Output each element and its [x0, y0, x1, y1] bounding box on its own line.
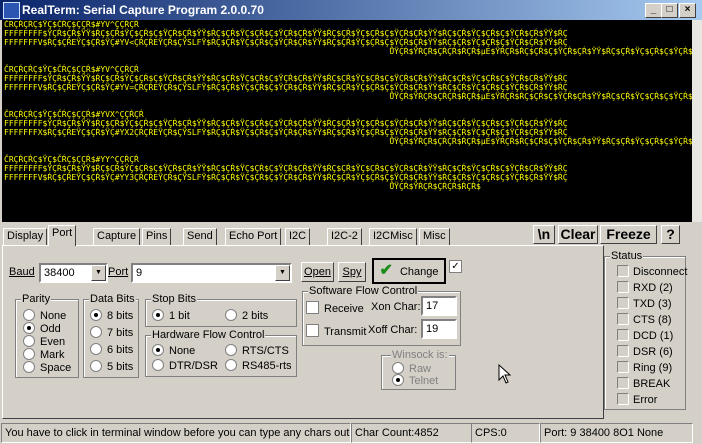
- status-txd: TXD (3): [617, 297, 672, 311]
- status-break: BREAK: [617, 377, 670, 391]
- tab-i2c-2[interactable]: I2C-2: [327, 228, 362, 246]
- parity-mark[interactable]: Mark: [23, 348, 64, 361]
- xoff-char-input[interactable]: 19: [421, 319, 457, 339]
- stop-bits-title: Stop Bits: [151, 293, 198, 305]
- parity-odd[interactable]: Odd: [23, 322, 61, 335]
- app-icon: [3, 2, 20, 19]
- winsock-telnet[interactable]: Telnet: [392, 374, 438, 387]
- parity-none[interactable]: None: [23, 309, 66, 322]
- minimize-button[interactable]: _: [645, 3, 662, 18]
- tab-i2cmisc[interactable]: I2CMisc: [369, 228, 417, 246]
- tab-capture[interactable]: Capture: [93, 228, 141, 246]
- status-group: Status Disconnect RXD (2) TXD (3) CTS (8…: [604, 250, 687, 410]
- status-disconnect[interactable]: Disconnect: [617, 265, 687, 279]
- status-bar: You have to click in terminal window bef…: [0, 421, 702, 444]
- status-cps: CPS:0: [471, 423, 540, 443]
- checkmark-icon: ✔: [379, 262, 393, 279]
- status-error: Error: [617, 393, 657, 407]
- chevron-down-icon[interactable]: ▼: [275, 265, 290, 281]
- tab-display[interactable]: Display: [3, 228, 48, 246]
- change-button[interactable]: ✔ Change: [372, 258, 446, 284]
- receive-checkbox[interactable]: Receive: [306, 301, 364, 315]
- stop-bits-group: Stop Bits 1 bit 2 bits: [145, 293, 297, 327]
- data-bits-group: Data Bits 8 bits 7 bits 6 bits 5 bits: [83, 293, 139, 378]
- stop-bits-1[interactable]: 1 bit: [152, 309, 190, 322]
- transmit-checkbox[interactable]: Transmit: [306, 324, 366, 338]
- tab-port[interactable]: Port: [48, 225, 77, 246]
- title-bar[interactable]: RealTerm: Serial Capture Program 2.0.0.7…: [0, 0, 702, 20]
- xon-char-input[interactable]: 17: [421, 296, 457, 316]
- port-select[interactable]: 9 ▼: [131, 263, 292, 283]
- tab-echo-port[interactable]: Echo Port: [225, 228, 282, 246]
- hw-flow-rts-cts[interactable]: RTS/CTS: [225, 344, 289, 357]
- clear-button[interactable]: Clear: [558, 225, 598, 244]
- spy-button[interactable]: Spy: [338, 262, 366, 282]
- tab-misc[interactable]: Misc: [419, 228, 450, 246]
- data-bits-6[interactable]: 6 bits: [90, 343, 133, 356]
- terminal-text: ČRÇŔÇŔÇ$ŸÇ$ČŔÇ$ÇÇŔ$#YV^ÇÇŔÇŔ FFFFFFFF$ŸÇ…: [4, 20, 692, 191]
- tab-pins[interactable]: Pins: [142, 228, 172, 246]
- freeze-button[interactable]: Freeze: [600, 225, 657, 244]
- terminal-window[interactable]: ČRÇŔÇŔÇ$ŸÇ$ČŔÇ$ÇÇŔ$#YV^ÇÇŔÇŔ FFFFFFFF$ŸÇ…: [2, 20, 692, 222]
- status-hint: You have to click in terminal window bef…: [1, 423, 351, 443]
- data-bits-8[interactable]: 8 bits: [90, 309, 133, 322]
- data-bits-title: Data Bits: [89, 293, 136, 305]
- parity-title: Parity: [21, 293, 52, 305]
- status-cts: CTS (8): [617, 313, 672, 327]
- newline-button[interactable]: \n: [533, 225, 555, 244]
- tab-i2c[interactable]: I2C: [285, 228, 311, 246]
- status-title: Status: [610, 250, 644, 262]
- mouse-cursor-icon: [498, 364, 512, 384]
- hw-flow-rs485-rts[interactable]: RS485-rts: [225, 359, 292, 372]
- status-port-info: Port: 9 38400 8O1 None: [540, 423, 693, 443]
- port-label: Port: [108, 266, 129, 278]
- data-bits-7[interactable]: 7 bits: [90, 326, 133, 339]
- status-dsr: DSR (6): [617, 345, 673, 359]
- open-button[interactable]: Open: [301, 262, 334, 282]
- status-rxd: RXD (2): [617, 281, 673, 295]
- sw-flow-group: Software Flow Control Receive Xon Char: …: [302, 285, 461, 346]
- hw-flow-title: Hardware Flow Control: [151, 329, 266, 341]
- hw-flow-group: Hardware Flow Control None RTS/CTS DTR/D…: [145, 329, 297, 377]
- status-dcd: DCD (1): [617, 329, 673, 343]
- tab-send[interactable]: Send: [183, 228, 217, 246]
- parity-even[interactable]: Even: [23, 335, 65, 348]
- hw-flow-none[interactable]: None: [152, 344, 195, 357]
- status-char-count: Char Count:4852: [351, 423, 472, 443]
- parity-space[interactable]: Space: [23, 361, 71, 374]
- baud-label: Baud: [9, 266, 35, 278]
- xon-label: Xon Char:: [371, 301, 421, 313]
- close-button[interactable]: ×: [679, 3, 696, 18]
- winsock-group: Winsock is: Raw Telnet: [381, 349, 456, 390]
- window-title: RealTerm: Serial Capture Program 2.0.0.7…: [22, 3, 264, 17]
- chevron-down-icon[interactable]: ▼: [91, 265, 106, 281]
- sw-flow-title: Software Flow Control: [308, 285, 419, 297]
- parity-group: Parity None Odd Even Mark Space: [15, 293, 79, 378]
- stop-bits-2[interactable]: 2 bits: [225, 309, 268, 322]
- data-bits-5[interactable]: 5 bits: [90, 360, 133, 373]
- maximize-button[interactable]: □: [661, 3, 678, 18]
- terminal-scrollbar[interactable]: [692, 20, 702, 222]
- hw-flow-dtr-dsr[interactable]: DTR/DSR: [152, 359, 218, 372]
- winsock-title: Winsock is:: [391, 349, 449, 361]
- status-ring: Ring (9): [617, 361, 672, 375]
- xoff-label: Xoff Char:: [368, 324, 418, 336]
- change-checkbox[interactable]: ✓: [449, 260, 462, 273]
- help-button[interactable]: ?: [661, 225, 680, 244]
- baud-select[interactable]: 38400 ▼: [39, 263, 108, 283]
